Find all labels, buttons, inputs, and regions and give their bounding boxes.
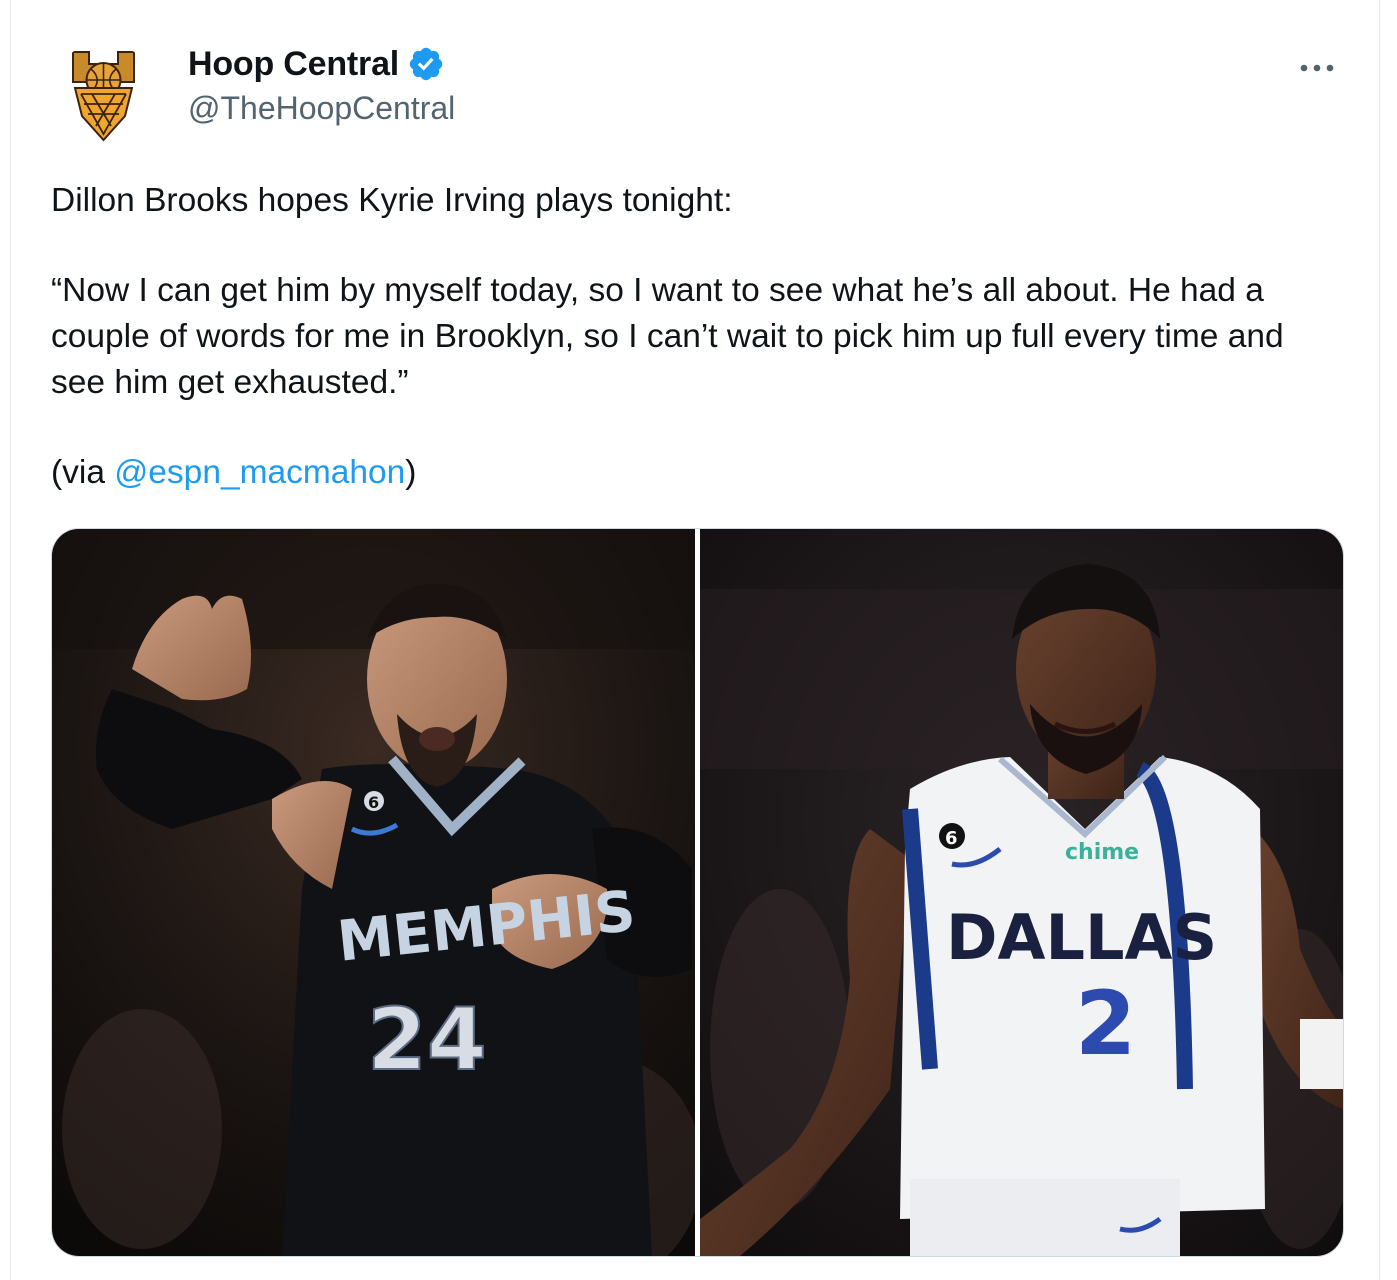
media-grid: MEMPHIS 24 6 DALLAS 2 chime 6 [51,528,1344,1257]
patch-number-left: 6 [368,793,379,812]
author-info: Hoop Central @TheHoopCentral [188,42,455,127]
tweet-line-1: Dillon Brooks hopes Kyrie Irving plays t… [51,182,733,219]
verified-badge-icon[interactable] [407,45,445,83]
jersey-number-right: 2 [1075,972,1136,1075]
tweet-quote: “Now I can get him by myself today, so I… [51,272,1293,401]
more-dots-icon [1300,64,1334,72]
mention-link[interactable]: @espn_macmahon [114,454,405,491]
author-handle[interactable]: @TheHoopCentral [188,90,455,127]
via-prefix: (via [51,454,115,491]
tweet-card[interactable]: Hoop Central @TheHoopCentral Dillon Broo… [10,0,1380,1280]
via-suffix: ) [405,454,417,491]
patch-number-right: 6 [945,828,958,849]
jersey-number-left: 24 [367,990,487,1090]
hoop-central-logo-icon [51,42,156,147]
tweet-text: Dillon Brooks hopes Kyrie Irving plays t… [51,178,1351,496]
tweet-header: Hoop Central @TheHoopCentral [51,38,1341,147]
more-options-button[interactable] [1293,48,1341,88]
jersey-text-right: DALLAS [946,901,1217,974]
display-name-row: Hoop Central [188,42,455,86]
photo-left[interactable]: MEMPHIS 24 6 [52,529,695,1256]
avatar[interactable] [51,42,156,147]
photo-right[interactable]: DALLAS 2 chime 6 [700,529,1343,1256]
sponsor-chime: chime [1065,840,1139,865]
tweet-via: (via @espn_macmahon) [51,450,1351,496]
display-name[interactable]: Hoop Central [188,45,399,84]
